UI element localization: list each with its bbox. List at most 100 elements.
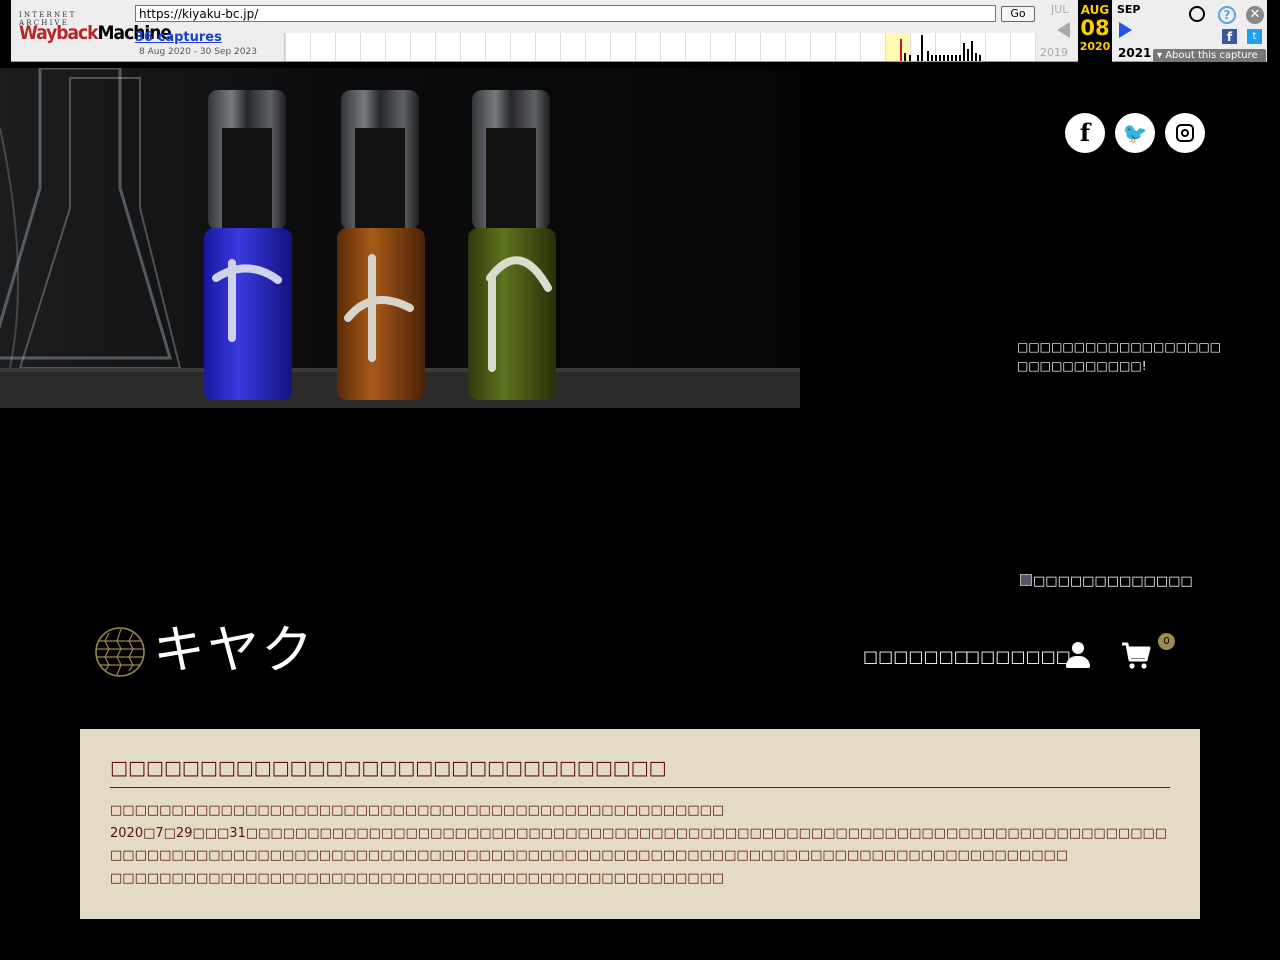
- sparkline-bar: [963, 43, 965, 61]
- sparkline-divider: [710, 33, 711, 61]
- side-promo-line-2: □□□□□□□□□□□!: [1017, 359, 1147, 373]
- wayback-logo-main-a: Wayback: [19, 22, 99, 44]
- side-promo-text: □□□□□□□□□□□□□□□□□□ □□□□□□□□□□□!: [1017, 338, 1222, 376]
- wayback-prev-arrow-icon[interactable]: [1057, 22, 1070, 38]
- sparkline-divider: [860, 33, 861, 61]
- notice-line: □□□□□□□□□□□□□□□□□□□□□□□□□□□□□□□□□□□□□□□□…: [110, 848, 1069, 863]
- notice-body: □□□□□□□□□□□□□□□□□□□□□□□□□□□□□□□□□□□□□□□□…: [110, 800, 1170, 890]
- sparkline-divider: [810, 33, 811, 61]
- sparkline-divider: [785, 33, 786, 61]
- wayback-prev-year[interactable]: 2019: [1040, 46, 1068, 59]
- cart-count-badge: 0: [1158, 633, 1175, 650]
- notice-box: □□□□□□□□□□□□□□□□□□□□□□□□□□□□□□□ □□□□□□□□…: [80, 729, 1200, 919]
- sparkline-divider: [610, 33, 611, 61]
- wayback-captures-link[interactable]: 36 captures: [135, 30, 222, 45]
- wayback-cur-year: 2020: [1079, 40, 1111, 53]
- sparkline-bar: [947, 55, 949, 61]
- broken-image[interactable]: □□□□□□□□□□□□□: [1020, 574, 1193, 589]
- cart-icon[interactable]: [1121, 642, 1151, 670]
- sparkline-divider: [760, 33, 761, 61]
- wayback-about-label: About this capture: [1165, 50, 1258, 61]
- wayback-go-button[interactable]: Go: [1001, 6, 1035, 22]
- sparkline-bar: [955, 55, 957, 61]
- nav-link-2[interactable]: □□□□□□□: [965, 647, 1071, 666]
- sparkline-divider: [360, 33, 361, 61]
- wayback-current-date: AUG 08 2020: [1078, 0, 1112, 62]
- logo-mark-icon[interactable]: [95, 627, 145, 677]
- instagram-lens: [1181, 129, 1189, 137]
- wayback-facebook-icon[interactable]: f: [1222, 29, 1237, 44]
- sparkline-bar: [951, 55, 953, 61]
- broken-image-icon: [1020, 574, 1032, 586]
- broken-image-alt: □□□□□□□□□□□□□: [1033, 574, 1193, 589]
- sparkline-divider: [435, 33, 436, 61]
- sparkline-divider: [485, 33, 486, 61]
- notice-line: □□□□□□□□□□□□□□□□□□□□□□□□□□□□□□□□□□□□□□□□…: [110, 803, 725, 818]
- twitter-icon[interactable]: 🐦: [1115, 113, 1155, 153]
- user-body: [1066, 656, 1090, 668]
- nav-link-1[interactable]: □□□□□□□: [863, 647, 969, 666]
- wayback-user-icon[interactable]: [1189, 6, 1205, 22]
- sparkline-divider: [535, 33, 536, 61]
- sparkline-divider: [735, 33, 736, 61]
- sparkline-bar: [909, 55, 911, 61]
- wayback-next-arrow-icon[interactable]: [1119, 22, 1132, 38]
- wayback-logo[interactable]: INTERNET ARCHIVE WaybackMachine: [19, 8, 172, 52]
- wayback-date-range: 8 Aug 2020 - 30 Sep 2023: [139, 47, 257, 57]
- sparkline-bar: [921, 35, 923, 61]
- wayback-toolbar: INTERNET ARCHIVE WaybackMachine https://…: [11, 0, 1267, 62]
- wayback-url-input[interactable]: https://kiyaku-bc.jp/: [135, 5, 996, 22]
- wayback-sparkline[interactable]: [284, 33, 1036, 61]
- wayback-cur-day: 08: [1080, 16, 1110, 40]
- sparkline-current-year: [885, 33, 910, 61]
- wayback-about-capture[interactable]: ▾ About this capture: [1153, 49, 1266, 62]
- sparkline-divider: [885, 33, 886, 61]
- sparkline-bar: [935, 55, 937, 61]
- sparkline-bar: [959, 55, 961, 61]
- sparkline-divider: [585, 33, 586, 61]
- sparkline-divider: [660, 33, 661, 61]
- sparkline-bar: [917, 55, 919, 61]
- wayback-help-icon[interactable]: ?: [1218, 6, 1236, 24]
- sparkline-bar: [939, 55, 941, 61]
- sparkline-divider: [1010, 33, 1011, 61]
- sparkline-divider: [985, 33, 986, 61]
- sparkline-bar: [931, 55, 933, 61]
- sparkline-bar: [967, 49, 969, 61]
- notice-line: □□□□□□□□□□□□□□□□□□□□□□□□□□□□□□□□□□□□□□□□…: [110, 870, 725, 886]
- sparkline-divider: [685, 33, 686, 61]
- user-head: [1072, 642, 1084, 654]
- sparkline-divider: [510, 33, 511, 61]
- side-promo-line-1: □□□□□□□□□□□□□□□□□□: [1017, 340, 1222, 354]
- sparkline-bar: [927, 51, 929, 61]
- sparkline-bar: [975, 53, 977, 61]
- logo-text[interactable]: キヤク: [153, 620, 315, 682]
- wayback-cur-month: AUG: [1080, 3, 1110, 17]
- sparkline-divider: [635, 33, 636, 61]
- instagram-icon[interactable]: [1165, 113, 1205, 153]
- sparkline-divider: [385, 33, 386, 61]
- wayback-close-icon[interactable]: ✕: [1246, 6, 1264, 24]
- hero-product-image: [0, 68, 800, 408]
- wayback-next-year[interactable]: 2021: [1118, 46, 1151, 60]
- wayback-prev-month[interactable]: JUL: [1051, 3, 1068, 16]
- user-account-icon[interactable]: [1066, 642, 1090, 670]
- sparkline-bar: [904, 53, 906, 61]
- sparkline-divider: [560, 33, 561, 61]
- sparkline-divider: [310, 33, 311, 61]
- sparkline-bar: [971, 41, 973, 61]
- sparkline-bar: [900, 39, 902, 61]
- wayback-twitter-icon[interactable]: t: [1247, 29, 1262, 44]
- sparkline-bar: [979, 55, 981, 61]
- sparkline-divider: [285, 33, 286, 61]
- sparkline-divider: [835, 33, 836, 61]
- notice-line: 2020□7□29□□□31□□□□□□□□□□□□□□□□□□□□□□□□□□…: [110, 825, 1168, 841]
- notice-title: □□□□□□□□□□□□□□□□□□□□□□□□□□□□□□□: [110, 757, 1170, 788]
- wayback-next-month[interactable]: SEP: [1117, 3, 1141, 16]
- sparkline-divider: [410, 33, 411, 61]
- sparkline-divider: [460, 33, 461, 61]
- facebook-icon[interactable]: f: [1065, 113, 1105, 153]
- sparkline-divider: [1035, 33, 1036, 61]
- sparkline-bar: [943, 55, 945, 61]
- sparkline-divider: [335, 33, 336, 61]
